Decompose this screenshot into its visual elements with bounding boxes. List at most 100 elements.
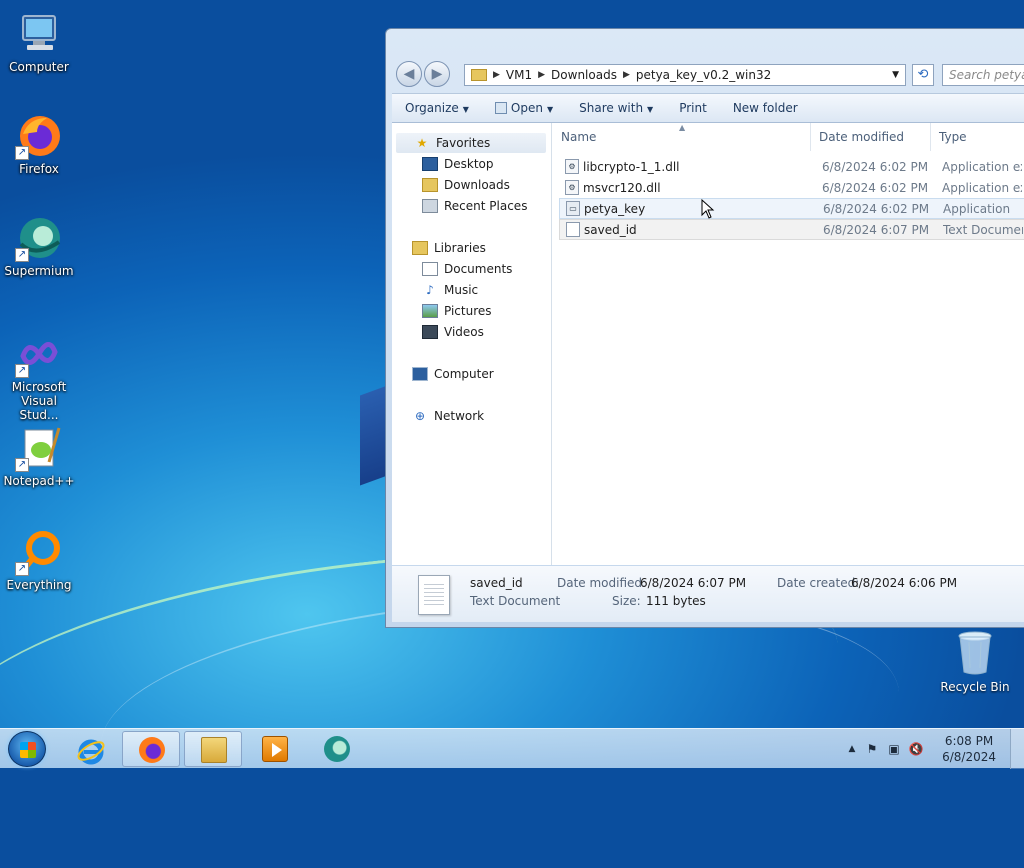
desktop-icon-notepadpp[interactable]: ↗ Notepad++ — [0, 424, 78, 488]
search-input[interactable]: Search petya_k — [942, 64, 1024, 86]
pictures-icon — [422, 304, 438, 318]
explorer-body: ★ Favorites Desktop Downloads Recent Plac… — [392, 123, 1024, 565]
visual-studio-icon: ↗ — [15, 330, 63, 378]
desktop-icon-computer[interactable]: Computer — [0, 10, 78, 74]
nav-libraries[interactable]: Libraries — [412, 238, 486, 258]
system-tray: ▲ ⚑ ▣ 🔇 6:08 PM 6/8/2024 — [834, 729, 1024, 769]
music-icon: ♪ — [426, 283, 434, 297]
clock-date: 6/8/2024 — [942, 750, 996, 764]
documents-icon — [422, 262, 438, 276]
desktop-icon-label: Recycle Bin — [940, 680, 1010, 694]
show-desktop-button[interactable] — [1010, 729, 1024, 769]
desktop-icon-recycle-bin[interactable]: Recycle Bin — [940, 630, 1010, 694]
forward-button[interactable]: ▶ — [424, 61, 450, 87]
taskbar-windows-explorer[interactable] — [184, 731, 242, 767]
videos-icon — [422, 325, 438, 339]
nav-downloads[interactable]: Downloads — [422, 175, 510, 195]
volume-muted-icon[interactable]: 🔇 — [908, 741, 924, 757]
nav-computer[interactable]: Computer — [412, 364, 494, 384]
firefox-icon — [139, 737, 165, 763]
nav-network[interactable]: ⊕ Network — [412, 406, 484, 426]
computer-icon — [15, 10, 63, 58]
shortcut-arrow-icon: ↗ — [15, 458, 29, 472]
new-folder-button[interactable]: New folder — [720, 101, 811, 115]
desktop-icon-label: Computer — [9, 60, 69, 74]
column-header-date-modified[interactable]: Date modified — [811, 123, 931, 151]
chevron-right-icon: ▶ — [493, 70, 500, 80]
table-row[interactable]: ⚙ msvcr120.dll 6/8/2024 6:02 PM Applicat… — [559, 177, 1024, 198]
desktop-icon-visual-studio[interactable]: ↗ Microsoft Visual Stud... — [0, 330, 78, 422]
media-player-icon — [262, 736, 288, 762]
table-row[interactable]: ▭ petya_key 6/8/2024 6:02 PM Application — [559, 198, 1024, 219]
recent-places-icon — [422, 199, 438, 213]
recycle-bin-icon — [955, 630, 995, 676]
open-button[interactable]: Open ▼ — [482, 101, 566, 115]
taskbar-internet-explorer[interactable] — [60, 731, 118, 767]
column-header-type[interactable]: Type — [931, 123, 1024, 151]
shortcut-arrow-icon: ↗ — [15, 248, 29, 262]
taskbar: ▲ ⚑ ▣ 🔇 6:08 PM 6/8/2024 — [0, 728, 1024, 769]
action-center-flag-icon[interactable]: ⚑ — [864, 741, 880, 757]
details-modified-label: Date modified: — [557, 576, 647, 590]
address-bar[interactable]: ▶ VM1 ▶ Downloads ▶ petya_key_v0.2_win32… — [464, 64, 906, 86]
desktop-icon-supermium[interactable]: ↗ Supermium — [0, 214, 78, 278]
nav-desktop[interactable]: Desktop — [422, 154, 494, 174]
print-button[interactable]: Print — [666, 101, 720, 115]
caret-down-icon: ▼ — [546, 105, 554, 114]
nav-favorites[interactable]: ★ Favorites — [396, 133, 546, 153]
details-pane: saved_id Text Document Date modified: 6/… — [392, 566, 1024, 622]
address-row: ◀ ▶ ▶ VM1 ▶ Downloads ▶ petya_key_v0.2_w… — [394, 59, 1024, 89]
everything-icon: ↗ — [15, 528, 63, 576]
open-icon — [494, 102, 507, 114]
table-row[interactable]: ⚙ libcrypto-1_1.dll 6/8/2024 6:02 PM App… — [559, 156, 1024, 177]
nav-music[interactable]: ♪ Music — [422, 280, 478, 300]
system-clock[interactable]: 6:08 PM 6/8/2024 — [942, 733, 996, 765]
desktop-icon-label: Everything — [6, 578, 72, 592]
desktop-icon-label: Notepad++ — [3, 474, 75, 488]
details-size-value: 111 bytes — [646, 594, 706, 608]
taskbar-media-player[interactable] — [246, 731, 304, 767]
refresh-button[interactable]: ⟲ — [912, 64, 934, 86]
show-hidden-icons-icon[interactable]: ▲ — [844, 741, 860, 757]
details-file-name: saved_id — [470, 576, 523, 590]
taskbar-firefox[interactable] — [122, 731, 180, 767]
text-file-icon — [566, 222, 580, 237]
libraries-icon — [412, 241, 428, 255]
explorer-window[interactable]: ◀ ▶ ▶ VM1 ▶ Downloads ▶ petya_key_v0.2_w… — [385, 28, 1024, 628]
chevron-down-icon[interactable]: ▼ — [886, 70, 905, 80]
organize-button[interactable]: Organize ▼ — [392, 101, 482, 115]
shortcut-arrow-icon: ↗ — [15, 146, 29, 160]
text-document-icon — [418, 575, 450, 615]
breadcrumb-item[interactable]: petya_key_v0.2_win32 — [630, 68, 777, 82]
shortcut-arrow-icon: ↗ — [15, 562, 29, 576]
nav-recent-places[interactable]: Recent Places — [422, 196, 527, 216]
taskbar-supermium[interactable] — [308, 731, 366, 767]
caret-down-icon: ▼ — [462, 105, 469, 114]
share-with-button[interactable]: Share with ▼ — [566, 101, 666, 115]
sort-arrow-icon: ▲ — [679, 123, 686, 132]
back-button[interactable]: ◀ — [396, 61, 422, 87]
desktop-icon — [422, 157, 438, 171]
desktop-icon-everything[interactable]: ↗ Everything — [0, 528, 78, 592]
clock-time: 6:08 PM — [944, 734, 994, 748]
folder-icon — [201, 737, 227, 763]
desktop-icon-firefox[interactable]: ↗ Firefox — [0, 112, 78, 176]
nav-documents[interactable]: Documents — [422, 259, 512, 279]
internet-explorer-icon — [76, 736, 105, 765]
notepadpp-icon: ↗ — [15, 424, 63, 472]
breadcrumb-item[interactable]: VM1 — [500, 68, 538, 82]
breadcrumb-item[interactable]: Downloads — [545, 68, 623, 82]
dll-file-icon: ⚙ — [565, 180, 579, 195]
table-row[interactable]: saved_id 6/8/2024 6:07 PM Text Document — [559, 219, 1024, 240]
navigation-pane: ★ Favorites Desktop Downloads Recent Plac… — [392, 123, 552, 565]
supermium-icon — [324, 736, 350, 762]
network-icon: ⊕ — [414, 409, 426, 423]
start-button[interactable] — [8, 731, 46, 767]
nav-videos[interactable]: Videos — [422, 322, 484, 342]
details-modified-value: 6/8/2024 6:07 PM — [640, 576, 747, 590]
nav-pictures[interactable]: Pictures — [422, 301, 492, 321]
shortcut-arrow-icon: ↗ — [15, 364, 29, 378]
network-icon[interactable]: ▣ — [886, 741, 902, 757]
command-toolbar: Organize ▼ Open ▼ Share with ▼ Print New fo… — [392, 93, 1024, 123]
dll-file-icon: ⚙ — [565, 159, 579, 174]
